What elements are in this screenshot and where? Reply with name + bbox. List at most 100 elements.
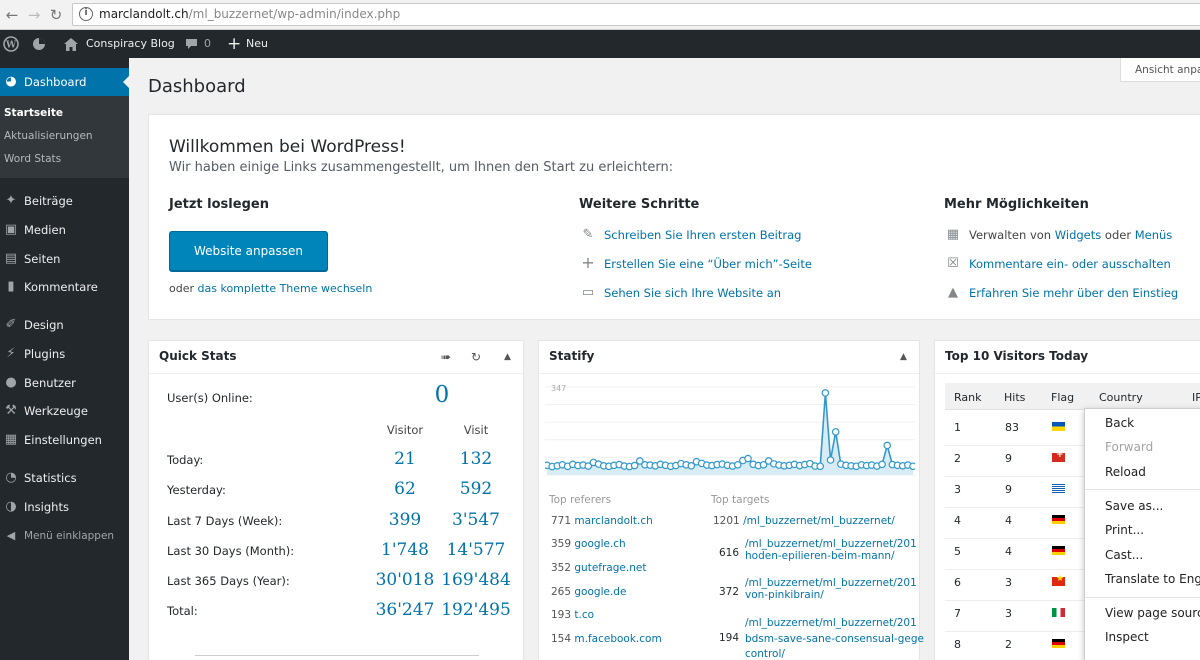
- learn-more-link[interactable]: Erfahren Sie mehr über den Einstieg: [969, 286, 1178, 300]
- customize-site-button[interactable]: Website anpassen: [169, 231, 328, 271]
- change-theme-link[interactable]: das komplette Theme wechseln: [198, 282, 373, 295]
- menu-label: Insights: [24, 500, 69, 514]
- submenu-word-stats[interactable]: Word Stats: [4, 153, 61, 165]
- menus-link[interactable]: Menüs: [1135, 228, 1173, 242]
- chart-point[interactable]: [909, 462, 915, 471]
- target-link[interactable]: /ml_buzzernet/ml_buzzernet/201 bdsm-save-…: [745, 616, 924, 660]
- target-link-line[interactable]: /ml_buzzernet/ml_buzzernet/201: [745, 577, 917, 589]
- step-view-site-link[interactable]: Sehen Sie sich Ihre Website an: [604, 286, 781, 300]
- menu-werkzeuge[interactable]: ⚒ Werkzeuge: [0, 396, 129, 426]
- menu-benutzer[interactable]: ● Benutzer: [0, 368, 129, 398]
- chart-point[interactable]: [816, 462, 825, 471]
- statify-widget: Statify ▲ 347 Top referers Top targets 7…: [538, 340, 924, 660]
- row-divider: [945, 631, 1085, 632]
- screen-options-button[interactable]: Ansicht anpassen: [1120, 58, 1200, 82]
- menu-seiten[interactable]: ▤ Seiten: [0, 244, 129, 274]
- target-link[interactable]: /ml_buzzernet/ml_buzzernet/201 von-pinkib…: [745, 577, 917, 601]
- step-about-page-link[interactable]: Erstellen Sie eine “Über mich”-Seite: [604, 257, 812, 271]
- ctx-inspect[interactable]: Inspect: [1105, 630, 1149, 644]
- menu-insights[interactable]: ◑ Insights: [0, 492, 129, 522]
- chart-point[interactable]: [826, 456, 835, 464]
- chart-max-label: 347: [551, 384, 566, 393]
- target-link[interactable]: /ml_buzzernet/ml_buzzernet/201 hoden-epil…: [745, 538, 917, 562]
- ctx-reload[interactable]: Reload: [1105, 465, 1146, 479]
- chart-point[interactable]: [744, 454, 752, 463]
- target-link-line[interactable]: bdsm-save-sane-consensual-gege: [745, 633, 924, 645]
- target-link[interactable]: /ml_buzzernet/ml_buzzernet/: [743, 515, 895, 527]
- chart-point[interactable]: [883, 441, 892, 450]
- target-link-line[interactable]: hoden-epilieren-beim-mann/: [745, 550, 895, 562]
- menu-plugins[interactable]: ⚡ Plugins: [0, 339, 129, 369]
- submenu-aktualisierungen[interactable]: Aktualisierungen: [4, 130, 93, 142]
- toggle-comments-link[interactable]: Kommentare ein- oder ausschalten: [969, 257, 1171, 271]
- chart-point[interactable]: [821, 389, 830, 397]
- wordpress-logo-icon[interactable]: W: [0, 30, 22, 58]
- visitor-hits: 4: [1005, 514, 1012, 527]
- ctx-back[interactable]: Back: [1105, 416, 1134, 430]
- menu-einstellungen[interactable]: ▦ Einstellungen: [0, 425, 129, 455]
- settings-sliders-icon: ▦: [4, 432, 18, 447]
- referer-link[interactable]: marclandolt.ch: [574, 515, 652, 527]
- target-link-line[interactable]: /ml_buzzernet/ml_buzzernet/201: [745, 617, 917, 629]
- target-link-line[interactable]: control/: [745, 648, 785, 660]
- stats-visit-value: 169'484: [441, 570, 511, 590]
- step-write-post-link[interactable]: Schreiben Sie Ihren ersten Beitrag: [604, 228, 801, 242]
- chart-point[interactable]: [878, 460, 886, 469]
- ctx-cast[interactable]: Cast...: [1105, 548, 1143, 562]
- site-name-link[interactable]: Conspiracy Blog: [86, 30, 175, 58]
- ctx-save-as[interactable]: Save as...: [1105, 499, 1163, 513]
- info-icon[interactable]: i: [79, 7, 93, 21]
- home-icon[interactable]: [64, 30, 80, 58]
- step-write-post[interactable]: ✎ Schreiben Sie Ihren ersten Beitrag: [583, 227, 802, 242]
- stats-pie-icon[interactable]: [30, 30, 48, 58]
- stats-visit-value: 192'495: [441, 600, 511, 620]
- forward-arrow-icon[interactable]: →: [24, 5, 44, 25]
- referer-link[interactable]: google.de: [574, 586, 626, 598]
- referer-count: 193: [551, 609, 572, 621]
- chart-point[interactable]: [831, 428, 840, 436]
- column-next-steps-title: Weitere Schritte: [579, 197, 700, 212]
- plus-icon[interactable]: +: [227, 30, 241, 58]
- menu-design[interactable]: ✐ Design: [0, 310, 129, 340]
- menu-kommentare[interactable]: ▮ Kommentare: [0, 272, 129, 302]
- referer-link[interactable]: t.co: [574, 609, 594, 621]
- admin-bar: W Conspiracy Blog 0 + Neu: [0, 30, 1200, 58]
- collapse-toggle-icon[interactable]: ▲: [900, 352, 907, 362]
- submenu-startseite[interactable]: Startseite: [4, 107, 63, 119]
- page-title: Dashboard: [148, 76, 246, 97]
- ctx-separator: [1085, 597, 1200, 598]
- learn-more[interactable]: ▲ Erfahren Sie mehr über den Einstieg: [948, 285, 1178, 300]
- export-icon[interactable]: ➠: [441, 350, 451, 364]
- back-arrow-icon[interactable]: ←: [2, 5, 22, 25]
- referer-link[interactable]: gutefrage.net: [574, 562, 646, 574]
- stats-row-label: Last 7 Days (Week):: [167, 514, 283, 528]
- statify-title: Statify: [549, 349, 595, 363]
- ctx-print[interactable]: Print...: [1105, 523, 1144, 537]
- step-view-site[interactable]: ▭ Sehen Sie sich Ihre Website an: [582, 285, 781, 300]
- target-link-line[interactable]: /ml_buzzernet/ml_buzzernet/201: [745, 538, 917, 550]
- ctx-view-source[interactable]: View page source: [1105, 606, 1200, 620]
- menu-medien[interactable]: ▣ Medien: [0, 215, 129, 245]
- paintbrush-icon: ✐: [5, 317, 17, 332]
- collapse-menu-button[interactable]: ◀ Menü einklappen: [0, 521, 129, 551]
- menu-dashboard[interactable]: ◕ Dashboard: [0, 68, 129, 96]
- step-about-page[interactable]: + Erstellen Sie eine “Über mich”-Seite: [581, 253, 812, 272]
- target-link-line[interactable]: von-pinkibrain/: [745, 589, 824, 601]
- menu-statistics[interactable]: ◔ Statistics: [0, 463, 129, 493]
- referer-link[interactable]: m.facebook.com: [574, 633, 661, 645]
- quick-stats-widget: Quick Stats ➠ ↻ ▲ User(s) Online: 0 Visi…: [148, 340, 524, 660]
- refresh-icon[interactable]: ↻: [471, 350, 481, 364]
- collapse-toggle-icon[interactable]: ▲: [504, 352, 511, 362]
- new-content-link[interactable]: Neu: [246, 30, 268, 58]
- address-bar[interactable]: i marclandolt.ch/ml_buzzernet/wp-admin/i…: [72, 3, 1200, 26]
- stats-visit-value: 592: [459, 479, 493, 499]
- toggle-comments[interactable]: ☒ Kommentare ein- oder ausschalten: [947, 256, 1171, 271]
- menu-beitraege[interactable]: ✦ Beiträge: [0, 186, 129, 216]
- referer-link[interactable]: google.ch: [574, 538, 625, 550]
- comments-count[interactable]: 0: [204, 30, 211, 58]
- comment-bubble-icon[interactable]: [185, 30, 199, 58]
- widgets-link[interactable]: Widgets: [1055, 228, 1102, 242]
- dashboard-submenu: Startseite Aktualisierungen Word Stats: [0, 96, 129, 178]
- ctx-translate[interactable]: Translate to English: [1105, 572, 1200, 586]
- reload-icon[interactable]: ↻: [46, 5, 66, 25]
